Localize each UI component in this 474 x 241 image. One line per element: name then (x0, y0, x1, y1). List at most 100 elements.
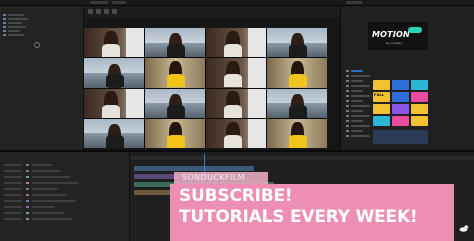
layer-switches[interactable] (4, 218, 22, 220)
video-tile (84, 28, 144, 58)
project-item[interactable] (8, 30, 20, 32)
preset-thumbnail[interactable] (392, 92, 409, 102)
layer-color-label[interactable] (26, 206, 29, 208)
tool-icon[interactable] (104, 9, 109, 14)
layer-switches[interactable] (4, 200, 22, 202)
preset-preview[interactable] (373, 130, 428, 144)
preset-thumbnail[interactable] (411, 92, 428, 102)
layer-bar[interactable] (134, 190, 174, 195)
category-icon (346, 75, 349, 77)
footage-icon (3, 34, 6, 36)
layer-color-label[interactable] (26, 200, 29, 202)
preset-thumbnail[interactable] (411, 116, 428, 126)
banner-line-2: TUTORIALS EVERY WEEK! (179, 207, 418, 227)
effects-category-item[interactable] (351, 75, 370, 77)
effects-category-item[interactable] (351, 125, 370, 127)
tool-icon[interactable] (112, 9, 117, 14)
effects-category-item[interactable] (351, 105, 370, 107)
layer-name[interactable] (32, 206, 55, 208)
channel-name: SONDUCKFILM (182, 173, 245, 182)
preset-thumbnail[interactable] (373, 80, 390, 90)
tool-icon[interactable] (88, 9, 93, 14)
preset-thumbnail[interactable] (373, 104, 390, 114)
time-ruler[interactable] (130, 156, 474, 160)
panel-tab[interactable] (346, 1, 362, 4)
layer-switches[interactable] (4, 182, 22, 184)
layer-switches[interactable] (4, 164, 22, 166)
folder-icon (3, 14, 6, 16)
effects-category-item[interactable] (351, 80, 363, 82)
motion-logo: MOTION by d.casey (368, 22, 428, 50)
effects-category-item[interactable] (351, 120, 363, 122)
motion-logo-badge (408, 27, 422, 33)
video-tile (267, 88, 327, 118)
category-icon (346, 110, 349, 112)
layer-bar[interactable] (134, 166, 254, 171)
layer-name[interactable] (32, 218, 73, 220)
project-item[interactable] (8, 22, 22, 24)
layer-color-label[interactable] (26, 170, 29, 172)
layer-name[interactable] (32, 170, 61, 172)
layer-switches[interactable] (4, 206, 22, 208)
layer-name[interactable] (32, 176, 70, 178)
effects-category-item[interactable] (351, 70, 363, 72)
layer-color-label[interactable] (26, 176, 29, 178)
layer-switches[interactable] (4, 188, 22, 190)
layer-switches[interactable] (4, 170, 22, 172)
composition-viewer[interactable] (84, 6, 340, 150)
motion-logo-word: MOTION (372, 30, 410, 39)
layer-color-label[interactable] (26, 218, 29, 220)
layer-color-label[interactable] (26, 164, 29, 166)
effects-category-item[interactable] (351, 110, 363, 112)
video-tile (267, 28, 327, 58)
motion-logo-subtitle: by d.casey (386, 41, 403, 45)
layer-name[interactable] (32, 212, 64, 214)
project-item[interactable] (8, 34, 24, 36)
preset-thumbnail[interactable] (392, 80, 409, 90)
preset-thumbnail[interactable] (373, 116, 390, 126)
banner-line-1: SUBSCRIBE! (179, 186, 293, 206)
effects-category-item[interactable] (351, 95, 370, 97)
layer-color-label[interactable] (26, 194, 29, 196)
effects-category-item[interactable] (351, 130, 363, 132)
effects-category-item[interactable] (351, 115, 370, 117)
subscribe-banner: SONDUCKFILM SUBSCRIBE! TUTORIALS EVERY W… (170, 172, 460, 241)
comp-icon (3, 22, 6, 24)
effects-category-item[interactable] (351, 100, 363, 102)
layer-switches[interactable] (4, 176, 22, 178)
preset-thumbnail[interactable] (411, 104, 428, 114)
project-item[interactable] (8, 14, 24, 16)
preset-thumbnail[interactable] (392, 104, 409, 114)
effects-category-item[interactable] (351, 85, 370, 87)
workspace-tab[interactable] (90, 1, 108, 4)
layer-color-label[interactable] (26, 212, 29, 214)
layer-name[interactable] (32, 194, 67, 196)
category-icon (346, 95, 349, 97)
layer-color-label[interactable] (26, 188, 29, 190)
category-icon (346, 125, 349, 127)
layer-name[interactable] (32, 188, 58, 190)
effects-category-item[interactable] (351, 135, 370, 137)
preset-thumbnail[interactable] (392, 116, 409, 126)
project-panel (0, 6, 84, 150)
layer-switches[interactable] (4, 194, 22, 196)
duck-logo-icon (459, 225, 469, 232)
project-item[interactable] (8, 26, 26, 28)
effects-category-item[interactable] (351, 90, 363, 92)
video-tile (206, 118, 266, 148)
category-icon (346, 90, 349, 92)
layer-name[interactable] (32, 200, 76, 202)
layer-name[interactable] (32, 164, 52, 166)
preset-thumbnail[interactable]: FULL (373, 92, 390, 102)
tool-icon[interactable] (96, 9, 101, 14)
layer-name[interactable] (32, 182, 79, 184)
composition-frame (84, 28, 327, 148)
video-tile (84, 58, 144, 88)
preset-thumbnail[interactable] (411, 80, 428, 90)
workspace-tab[interactable] (112, 1, 126, 4)
viewer-toolbar (84, 6, 340, 18)
layer-color-label[interactable] (26, 182, 29, 184)
preset-label: FULL (374, 93, 384, 97)
layer-switches[interactable] (4, 212, 22, 214)
project-item[interactable] (8, 18, 28, 20)
